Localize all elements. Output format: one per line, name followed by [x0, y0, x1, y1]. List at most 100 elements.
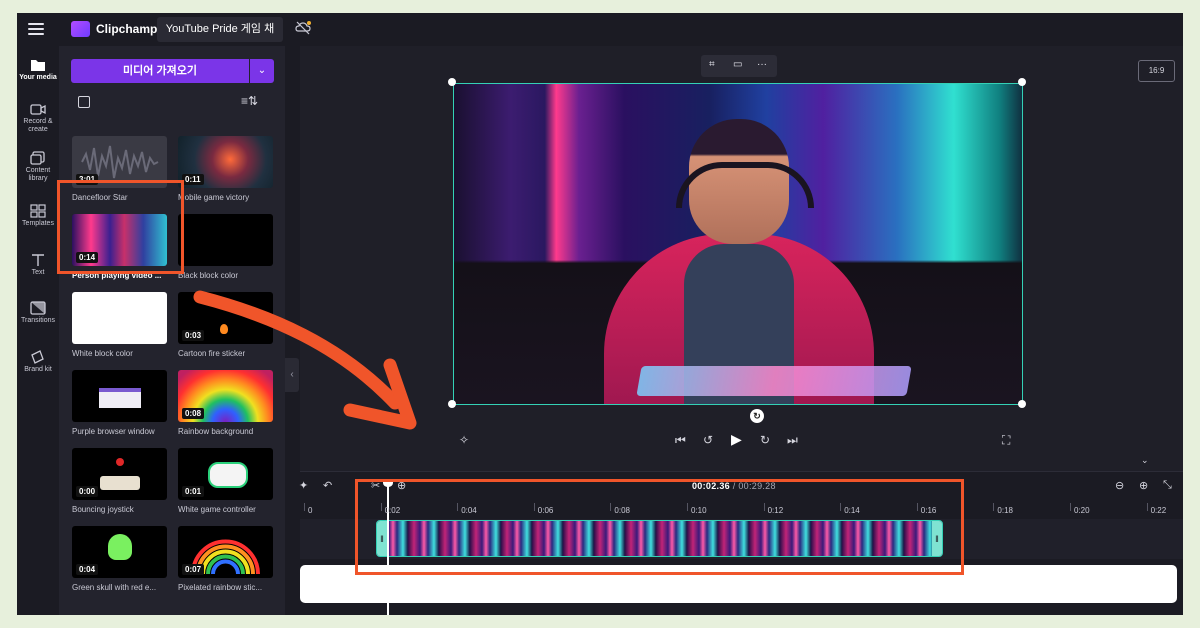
media-thumbnail: 0:01 — [178, 448, 273, 500]
media-item-purple-browser-window[interactable]: Purple browser window — [72, 370, 167, 436]
rail-label: Text — [31, 269, 45, 276]
zoom-out-icon[interactable]: ⊖ — [1115, 479, 1124, 492]
rail-item-brand-kit[interactable]: Brand kit — [17, 350, 59, 374]
rail-label: Templates — [22, 220, 54, 227]
collapse-preview-chevron-icon[interactable]: ⌄ — [1141, 455, 1149, 466]
media-item-bouncing-joystick[interactable]: 0:00 Bouncing joystick — [72, 448, 167, 514]
project-title-tab[interactable]: YouTube Pride 게임 채 — [157, 17, 283, 42]
ruler-tick-label: 0 — [308, 506, 313, 515]
skip-to-start-icon[interactable]: ⏮ — [675, 433, 686, 448]
highlight-box-media-item — [57, 180, 184, 274]
resize-handle-top-left[interactable] — [448, 78, 456, 86]
media-item-title: White game controller — [178, 505, 256, 514]
highlight-box-timeline-clip — [355, 479, 964, 575]
import-media-button[interactable]: 미디어 가져오기 — [71, 59, 249, 83]
rail-item-your-media[interactable]: Your media — [17, 58, 59, 82]
rail-item-transitions[interactable]: Transitions — [17, 301, 59, 325]
media-thumbnail: 0:04 — [72, 526, 167, 578]
aspect-ratio-button[interactable]: 16:9 — [1138, 60, 1175, 82]
ruler-tick-label: 0:18 — [997, 506, 1013, 515]
skip-to-end-icon[interactable]: ⏭ — [787, 433, 798, 448]
select-all-checkbox[interactable] — [78, 96, 90, 108]
media-item-title: Purple browser window — [72, 427, 155, 436]
media-item-mobile-game-victory[interactable]: 0:11 Mobile game victory — [178, 136, 273, 202]
more-options-icon[interactable]: ··· — [757, 59, 767, 70]
media-thumbnail — [72, 370, 167, 422]
clipchamp-logo-icon — [71, 21, 90, 37]
media-item-white-block-color[interactable]: White block color — [72, 292, 167, 358]
rail-label: Record & create — [23, 118, 53, 133]
hamburger-menu-icon[interactable] — [28, 23, 44, 35]
rail-label: Transitions — [21, 317, 55, 324]
ruler-tick-mark — [1070, 503, 1071, 511]
media-item-title: White block color — [72, 349, 133, 358]
duration-badge: 0:04 — [76, 564, 99, 575]
rail-label: Content library — [25, 167, 51, 182]
top-bar: Clipchamp YouTube Pride 게임 채 — [17, 13, 1183, 46]
import-dropdown-button[interactable]: ⌄ — [250, 59, 274, 83]
duration-badge: 0:07 — [182, 564, 205, 575]
ruler-tick-label: 0:20 — [1074, 506, 1090, 515]
duration-badge: 0:01 — [182, 486, 205, 497]
magic-camera-icon[interactable]: ✧ — [459, 433, 469, 447]
camera-icon — [30, 104, 46, 115]
media-item-title: Green skull with red e... — [72, 583, 157, 592]
arrow-annotation-icon — [193, 290, 417, 430]
fit-icon[interactable]: ▭ — [733, 59, 742, 70]
forward-5-icon[interactable]: ↻ — [760, 433, 770, 447]
brand-kit-icon — [31, 350, 44, 364]
skull-icon — [108, 534, 132, 560]
media-item-title: Pixelated rainbow stic... — [178, 583, 263, 592]
left-navigation-rail: Your media Record & create Content libra… — [17, 46, 59, 615]
media-thumbnail: 0:00 — [72, 448, 167, 500]
game-controller-icon — [208, 462, 248, 488]
media-item-title: Black block color — [178, 271, 239, 280]
media-thumbnail — [178, 214, 273, 266]
rail-label: Your media — [19, 74, 57, 81]
ruler-tick-mark — [304, 503, 305, 511]
video-preview-canvas[interactable] — [453, 83, 1023, 405]
brand-name: Clipchamp — [96, 22, 158, 36]
rail-item-templates[interactable]: Templates — [17, 204, 59, 228]
undo-icon[interactable]: ↶ — [323, 479, 332, 492]
duration-badge: 0:00 — [76, 486, 99, 497]
crop-icon[interactable]: ⌗ — [709, 59, 715, 70]
media-item-title: Mobile game victory — [178, 193, 250, 202]
rotate-handle-icon[interactable]: ↻ — [750, 409, 764, 423]
sort-filter-icon[interactable]: ≡⇅ — [241, 94, 258, 108]
duration-badge: 0:11 — [182, 174, 204, 185]
media-thumbnail — [72, 292, 167, 344]
browser-window-icon — [99, 388, 141, 408]
media-item-pixelated-rainbow-sticker[interactable]: 0:07 Pixelated rainbow stic... — [178, 526, 273, 592]
resize-handle-top-right[interactable] — [1018, 78, 1026, 86]
media-thumbnail: 0:07 — [178, 526, 273, 578]
media-thumbnail: 0:11 — [178, 136, 273, 188]
rail-label: Brand kit — [24, 366, 52, 373]
ruler-tick-label: 0:22 — [1150, 506, 1167, 515]
templates-icon — [30, 204, 46, 218]
rail-item-content-library[interactable]: Content library — [17, 151, 59, 183]
media-item-white-game-controller[interactable]: 0:01 White game controller — [178, 448, 273, 514]
media-item-black-block-color[interactable]: Black block color — [178, 214, 273, 280]
resize-handle-bottom-left[interactable] — [448, 400, 456, 408]
chevron-down-icon: ⌄ — [257, 65, 267, 76]
ruler-tick-mark — [993, 503, 995, 511]
fit-timeline-icon[interactable]: ⤡ — [1163, 479, 1172, 492]
preview-toolbar: ⌗ ▭ ··· — [701, 55, 777, 77]
rail-item-text[interactable]: Text — [17, 253, 59, 277]
ai-sparkle-icon[interactable]: ✦ — [299, 479, 308, 492]
play-icon[interactable]: ▶ — [731, 431, 742, 448]
media-item-title: Bouncing joystick — [72, 505, 134, 514]
ruler-tick-mark — [1146, 503, 1148, 511]
transitions-icon — [30, 301, 46, 315]
rail-item-record-create[interactable]: Record & create — [17, 103, 59, 134]
resize-handle-bottom-right[interactable] — [1018, 400, 1026, 408]
folder-icon — [31, 60, 45, 71]
rewind-5-icon[interactable]: ↺ — [703, 433, 713, 447]
text-icon — [32, 254, 44, 266]
fullscreen-icon[interactable]: ⛶ — [1002, 433, 1010, 448]
zoom-in-icon[interactable]: ⊕ — [1139, 479, 1148, 492]
media-item-green-skull[interactable]: 0:04 Green skull with red e... — [72, 526, 167, 592]
cloud-sync-off-icon[interactable] — [295, 20, 311, 36]
library-icon — [30, 151, 45, 165]
